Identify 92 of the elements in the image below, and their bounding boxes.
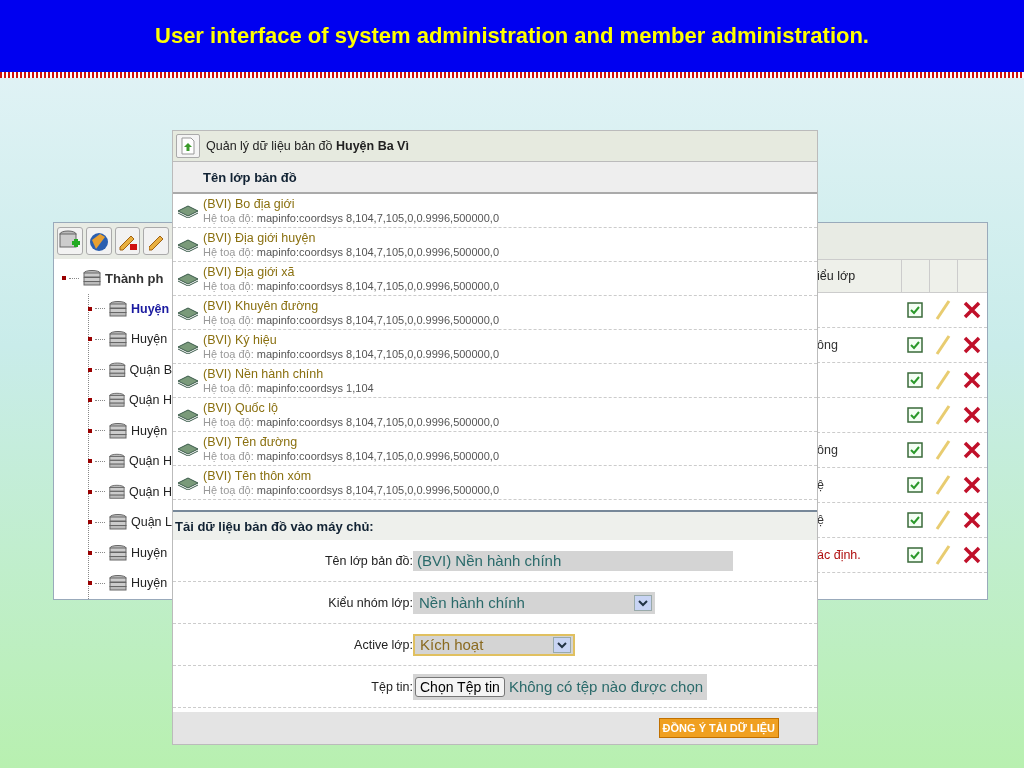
layer-name[interactable]: (BVI) Địa giới huyện bbox=[203, 230, 499, 245]
database-icon bbox=[108, 361, 127, 378]
file-field[interactable]: Chọn Tệp tin Không có tệp nào được chọn bbox=[413, 673, 708, 700]
tree-item[interactable]: Quận B bbox=[129, 362, 172, 377]
layers-icon bbox=[177, 271, 199, 286]
tree-item[interactable]: Huyện bbox=[131, 576, 168, 591]
layers-icon bbox=[177, 203, 199, 218]
layer-coordinates: Hệ toạ độ: mapinfo:coordsys 8,104,7,105,0,0.9996,500000,0 bbox=[203, 415, 499, 429]
layer-name[interactable]: (BVI) Tên thôn xóm bbox=[203, 468, 499, 483]
layer-coordinates: Hệ toạ độ: mapinfo:coordsys 8,104,7,105,0,0.9996,500000,0 bbox=[203, 211, 499, 225]
tree-item[interactable]: Quận H bbox=[128, 484, 172, 499]
choose-file-button[interactable]: Chọn Tệp tin bbox=[415, 676, 505, 697]
toolbar-button[interactable] bbox=[57, 227, 83, 255]
toolbar-button[interactable] bbox=[114, 227, 141, 255]
database-icon bbox=[82, 270, 102, 287]
database-icon bbox=[108, 453, 126, 470]
layer-coordinates: Hệ toạ độ: mapinfo:coordsys 8,104,7,105,0,0.9996,500000,0 bbox=[203, 449, 499, 463]
checkbox[interactable] bbox=[907, 372, 923, 388]
layers-icon bbox=[177, 407, 199, 422]
layers-icon bbox=[177, 475, 199, 490]
toolbar-button[interactable] bbox=[143, 227, 169, 255]
layers-icon bbox=[177, 305, 199, 320]
globe-icon bbox=[87, 230, 110, 252]
field-label: Tệp tin: bbox=[371, 679, 413, 694]
checkbox[interactable] bbox=[907, 302, 923, 318]
section-title: Tải dữ liệu bản đồ vào máy chủ: bbox=[175, 518, 374, 534]
checkbox[interactable] bbox=[907, 337, 923, 353]
delete-icon[interactable] bbox=[963, 511, 981, 529]
upload-icon bbox=[181, 137, 195, 155]
window-title: Quản lý dữ liệu bản đồ Huyện Ba Vì bbox=[206, 139, 409, 153]
tree-item[interactable]: Huyện bbox=[131, 332, 168, 347]
layers-icon bbox=[177, 441, 199, 456]
checkbox[interactable] bbox=[907, 442, 923, 458]
delete-icon[interactable] bbox=[963, 301, 981, 319]
tree-item[interactable]: Huyện bbox=[131, 545, 168, 560]
delete-icon[interactable] bbox=[963, 476, 981, 494]
file-status: Không có tệp nào được chọn bbox=[508, 678, 704, 695]
layer-name[interactable]: (BVI) Nền hành chính bbox=[203, 366, 374, 381]
database-icon bbox=[108, 514, 128, 531]
database-icon bbox=[108, 422, 128, 439]
tree-item[interactable]: Huyện bbox=[131, 301, 170, 316]
tree-item[interactable]: Thành ph bbox=[105, 270, 164, 286]
table-cell-text: ác định. bbox=[817, 548, 862, 562]
layer-coordinates: Hệ toạ độ: mapinfo:coordsys 8,104,7,105,0,0.9996,500000,0 bbox=[203, 245, 499, 259]
database-icon bbox=[108, 483, 126, 500]
toolbar-button[interactable] bbox=[86, 227, 112, 255]
layer-coordinates: Hệ toạ độ: mapinfo:coordsys 8,104,7,105,0,0.9996,500000,0 bbox=[203, 347, 499, 361]
layer-coordinates: Hệ toạ độ: mapinfo:coordsys 8,104,7,105,0,0.9996,500000,0 bbox=[203, 483, 499, 497]
tree-item[interactable]: Quận H bbox=[128, 393, 172, 408]
layer-coordinates: Hệ toạ độ: mapinfo:coordsys 8,104,7,105,0,0.9996,500000,0 bbox=[203, 279, 499, 293]
layer-name[interactable]: (BVI) Khuyên đường bbox=[203, 298, 499, 313]
field-label: Active lớp: bbox=[354, 637, 413, 652]
tree-item[interactable]: Quận L bbox=[131, 515, 172, 530]
upload-button[interactable] bbox=[176, 134, 200, 158]
field-label: Kiểu nhóm lớp: bbox=[328, 595, 413, 610]
checkbox[interactable] bbox=[907, 512, 923, 528]
column-header: iểu lớp bbox=[817, 268, 857, 285]
slide-title: User interface of system administration and member administration. bbox=[155, 23, 869, 49]
layer-coordinates: Hệ toạ độ: mapinfo:coordsys 8,104,7,105,0,0.9996,500000,0 bbox=[203, 313, 499, 327]
database-icon bbox=[108, 331, 128, 348]
database-icon bbox=[108, 575, 128, 592]
delete-icon[interactable] bbox=[963, 546, 981, 564]
table-cell-text: ệ bbox=[817, 513, 825, 527]
layer-name[interactable]: (BVI) Tên đường bbox=[203, 434, 499, 449]
layer-name[interactable]: (BVI) Bo địa giới bbox=[203, 196, 499, 211]
layer-coordinates: Hệ toạ độ: mapinfo:coordsys 1,104 bbox=[203, 381, 374, 395]
database-icon bbox=[108, 300, 128, 317]
delete-icon[interactable] bbox=[963, 336, 981, 354]
dropdown[interactable]: Nền hành chính bbox=[413, 591, 655, 614]
checkbox[interactable] bbox=[907, 547, 923, 563]
database-icon bbox=[108, 544, 128, 561]
delete-icon[interactable] bbox=[963, 371, 981, 389]
dropdown[interactable]: Kích hoạt bbox=[413, 633, 575, 656]
delete-icon[interactable] bbox=[963, 441, 981, 459]
input-field[interactable]: (BVI) Nền hành chính bbox=[413, 550, 733, 571]
layers-icon bbox=[177, 237, 199, 252]
column-header: Tên lớp bản đồ bbox=[203, 169, 297, 185]
field-label: Tên lớp bản đồ: bbox=[324, 553, 413, 568]
database-icon bbox=[108, 392, 126, 409]
checkbox[interactable] bbox=[907, 407, 923, 423]
delete-icon[interactable] bbox=[963, 406, 981, 424]
layers-icon bbox=[177, 373, 199, 388]
layer-name[interactable]: (BVI) Địa giới xã bbox=[203, 264, 499, 279]
tree-item[interactable]: Huyện bbox=[131, 423, 168, 438]
layers-icon bbox=[177, 339, 199, 354]
tree-item[interactable]: Quận H bbox=[128, 454, 172, 469]
checkbox[interactable] bbox=[907, 477, 923, 493]
layer-name[interactable]: (BVI) Ký hiệu bbox=[203, 332, 499, 347]
table-cell-text: ông bbox=[817, 338, 839, 352]
table-cell-text: ệ bbox=[817, 478, 825, 492]
layer-name[interactable]: (BVI) Quốc lộ bbox=[203, 400, 499, 415]
table-cell-text: ông bbox=[817, 443, 839, 457]
